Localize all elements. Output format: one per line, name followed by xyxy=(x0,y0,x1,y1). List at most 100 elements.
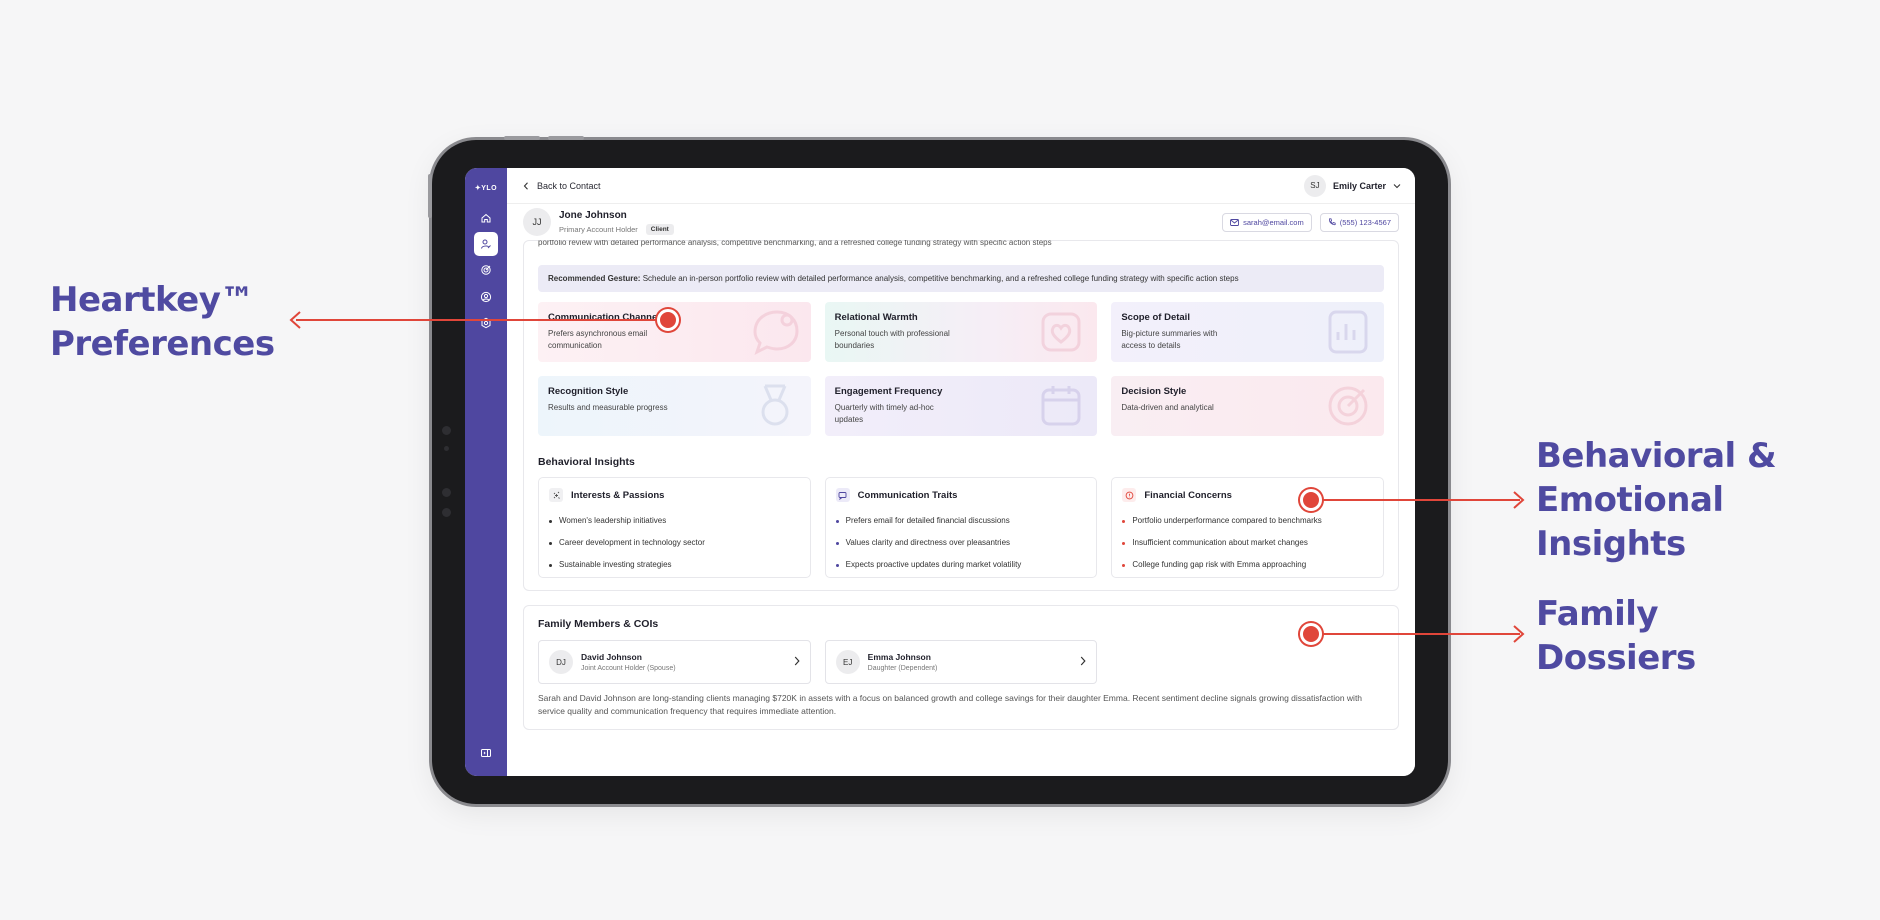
callout-family-line-1: Family xyxy=(1536,594,1659,634)
preference-desc: Data-driven and analytical xyxy=(1121,403,1214,412)
chevron-right-icon xyxy=(1081,656,1086,666)
target-icon xyxy=(481,265,491,275)
behavioral-insights-title: Behavioral Insights xyxy=(538,456,635,468)
preference-desc: Quarterly with timely ad-hoc updates xyxy=(834,403,934,424)
tablet-device: ✦YLO Back to Contact SJ Emily Carter JJ … xyxy=(428,136,1448,804)
insight-card-title: Interests & Passions xyxy=(571,489,665,501)
sparkle-icon xyxy=(549,488,563,502)
camera-dot xyxy=(442,508,451,517)
member-role: Daughter (Dependent) xyxy=(867,665,938,672)
callout-behavioral-line-1: Behavioral & xyxy=(1536,436,1777,476)
member-name: Emma Johnson xyxy=(867,652,931,662)
user-menu[interactable]: SJ Emily Carter xyxy=(1303,174,1401,197)
phone-label: (555) 123-4567 xyxy=(1339,217,1391,227)
user-circle-icon xyxy=(480,291,492,303)
insight-card-interests: Interests & Passions Women's leadership … xyxy=(538,477,811,578)
preference-card[interactable]: Decision Style Data-driven and analytica… xyxy=(1111,376,1384,436)
email-button[interactable]: sarah@email.com xyxy=(1222,212,1312,232)
arrow-right-icon xyxy=(1513,625,1525,643)
gesture-label: Recommended Gesture: xyxy=(548,274,641,283)
annotation-line xyxy=(1310,499,1520,501)
avatar: EJ xyxy=(835,650,860,674)
callout-heartkey: Heartkey™ Preferences xyxy=(50,278,275,366)
camera-dot xyxy=(442,488,451,497)
heart-card-icon xyxy=(1041,312,1081,352)
insight-card-communication: Communication Traits Prefers email for d… xyxy=(824,477,1098,578)
behavioral-insights-grid: Interests & Passions Women's leadership … xyxy=(538,477,1384,578)
insight-card-title: Communication Traits xyxy=(857,489,958,501)
family-member-card[interactable]: EJ Emma Johnson Daughter (Dependent) xyxy=(824,640,1098,684)
presentation-stage: Heartkey™ Preferences Behavioral & Emoti… xyxy=(0,0,1880,920)
camera-dot xyxy=(442,426,451,435)
preference-desc: Results and measurable progress xyxy=(548,403,668,412)
member-name: David Johnson xyxy=(581,652,642,662)
annotation-dot xyxy=(1300,489,1322,511)
list-item: Expects proactive updates during market … xyxy=(836,554,1087,576)
profile-role: Primary Account Holder xyxy=(559,224,638,234)
annotation-dot xyxy=(1300,623,1322,645)
device-button xyxy=(428,174,432,218)
back-label: Back to Contact xyxy=(537,180,601,191)
device-button xyxy=(504,136,540,140)
family-title: Family Members & COIs xyxy=(538,618,659,630)
list-item: Insufficient communication about market … xyxy=(1122,532,1373,554)
callout-heartkey-line-2: Preferences xyxy=(50,324,275,364)
top-bar: Back to Contact SJ Emily Carter xyxy=(507,168,1415,204)
preference-card[interactable]: Relational Warmth Personal touch with pr… xyxy=(824,302,1098,362)
sidebar-item-profile[interactable] xyxy=(474,285,498,309)
preference-card[interactable]: Engagement Frequency Quarterly with time… xyxy=(824,376,1098,436)
avatar: DJ xyxy=(549,650,573,674)
medal-icon xyxy=(761,384,789,426)
sidebar-item-settings[interactable] xyxy=(474,311,498,335)
user-name: Emily Carter xyxy=(1332,180,1386,191)
avatar: SJ xyxy=(1303,174,1326,197)
preference-card[interactable]: Recognition Style Results and measurable… xyxy=(538,376,811,436)
phone-icon xyxy=(1328,218,1336,226)
sidebar-item-home[interactable] xyxy=(474,206,498,230)
list-item: Prefers email for detailed financial dis… xyxy=(836,510,1087,532)
sidebar-toggle[interactable] xyxy=(474,741,498,765)
callout-behavioral-line-3: Insights xyxy=(1536,524,1686,564)
app-logo[interactable]: ✦YLO xyxy=(465,184,507,192)
arrow-right-icon xyxy=(1513,491,1525,509)
panel-toggle-icon xyxy=(481,749,491,757)
family-member-card[interactable]: DJ David Johnson Joint Account Holder (S… xyxy=(538,640,811,684)
clipped-paragraph: portfolio review with detailed performan… xyxy=(538,239,1052,247)
chevron-left-icon xyxy=(523,181,528,190)
chevron-down-icon xyxy=(1393,183,1401,188)
list-item: Values clarity and directness over pleas… xyxy=(836,532,1087,554)
profile-identity: JJ Jone Johnson Primary Account Holder C… xyxy=(523,208,674,236)
chat-bubble-icon xyxy=(753,310,799,355)
sidebar-item-goals[interactable] xyxy=(474,258,498,282)
profile-role-row: Primary Account Holder Client xyxy=(559,223,674,235)
annotation-line xyxy=(1310,633,1520,635)
contact-edit-icon xyxy=(481,239,491,249)
family-members-grid: DJ David Johnson Joint Account Holder (S… xyxy=(538,640,1384,684)
annotation-line xyxy=(296,319,668,321)
chevron-right-icon xyxy=(794,656,800,666)
device-button xyxy=(548,136,584,140)
callout-family: Family Dossiers xyxy=(1536,592,1696,680)
app-screen: ✦YLO Back to Contact SJ Emily Carter JJ … xyxy=(465,168,1415,776)
camera-dot xyxy=(444,446,449,451)
email-label: sarah@email.com xyxy=(1243,217,1304,227)
gesture-text: Schedule an in-person portfolio review w… xyxy=(640,274,1239,283)
callout-behavioral: Behavioral & Emotional Insights xyxy=(1536,434,1777,566)
mail-icon xyxy=(1230,218,1240,226)
preference-card[interactable]: Scope of Detail Big-picture summaries wi… xyxy=(1111,302,1384,362)
contact-actions: sarah@email.com (555) 123-4567 xyxy=(1222,212,1399,232)
family-card: Family Members & COIs DJ David Johnson J… xyxy=(523,605,1399,730)
list-item: Women's leadership initiatives xyxy=(549,510,800,532)
status-badge: Client xyxy=(645,223,674,235)
sidebar-item-contacts[interactable] xyxy=(474,232,498,256)
arrow-left-icon xyxy=(289,311,301,329)
phone-button[interactable]: (555) 123-4567 xyxy=(1319,212,1399,232)
callout-family-line-2: Dossiers xyxy=(1536,638,1696,678)
back-to-contact-link[interactable]: Back to Contact xyxy=(523,181,601,191)
list-item: Portfolio underperformance compared to b… xyxy=(1122,510,1373,532)
message-icon xyxy=(835,488,850,502)
profile-name: Jone Johnson xyxy=(559,209,627,221)
annotation-dot xyxy=(657,309,679,331)
target-icon xyxy=(1328,386,1368,426)
insight-card-title: Financial Concerns xyxy=(1144,489,1232,501)
